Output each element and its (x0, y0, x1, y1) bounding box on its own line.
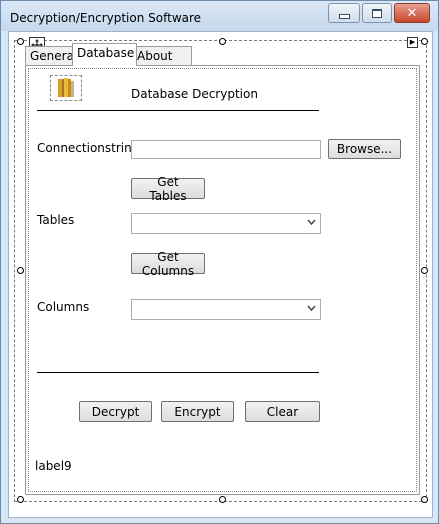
get-tables-button[interactable]: Get Tables (131, 175, 205, 203)
encrypt-button[interactable]: Encrypt (161, 401, 234, 422)
top-divider (37, 110, 319, 111)
folder-icon (58, 78, 74, 97)
chevron-down-icon (307, 216, 316, 231)
window-title: Decryption/Encryption Software (10, 11, 202, 25)
close-button[interactable]: ✕ (394, 3, 430, 23)
chevron-down-icon (307, 302, 316, 317)
smart-tag-icon[interactable]: ▶ (407, 37, 418, 48)
bottom-divider (37, 372, 319, 373)
maximize-icon (372, 8, 382, 18)
resize-handle[interactable] (219, 496, 226, 503)
maximize-button[interactable] (362, 3, 392, 23)
connectionstring-label: Connectionstring (37, 141, 140, 155)
title-bar[interactable]: Decryption/Encryption Software ✕ (1, 1, 438, 31)
tables-dropdown[interactable] (131, 213, 321, 234)
database-decryption-heading: Database Decryption (131, 87, 258, 101)
browse-button[interactable]: Browse... (328, 139, 401, 159)
resize-handle[interactable] (421, 496, 428, 503)
tables-label: Tables (37, 213, 75, 227)
status-label: label9 (35, 459, 72, 473)
tab-about-me[interactable]: About me (132, 46, 192, 81)
tab-database[interactable]: Database (72, 43, 137, 66)
resize-handle[interactable] (17, 496, 24, 503)
resize-handle[interactable] (421, 267, 428, 274)
database-icon (50, 75, 82, 101)
get-columns-button[interactable]: Get Columns (131, 250, 205, 278)
minimize-button[interactable] (328, 3, 360, 23)
tab-page-selection-frame (28, 68, 417, 492)
resize-handle[interactable] (17, 38, 24, 45)
resize-handle[interactable] (17, 267, 24, 274)
decrypt-button[interactable]: Decrypt (79, 401, 152, 422)
clear-button[interactable]: Clear (245, 401, 320, 422)
resize-handle[interactable] (219, 38, 226, 45)
columns-dropdown[interactable] (131, 299, 321, 320)
tab-general[interactable]: General (25, 46, 77, 65)
minimize-icon (338, 13, 350, 19)
close-icon: ✕ (406, 5, 418, 21)
connectionstring-input[interactable] (131, 140, 321, 159)
resize-handle[interactable] (421, 38, 428, 45)
columns-label: Columns (37, 300, 90, 314)
